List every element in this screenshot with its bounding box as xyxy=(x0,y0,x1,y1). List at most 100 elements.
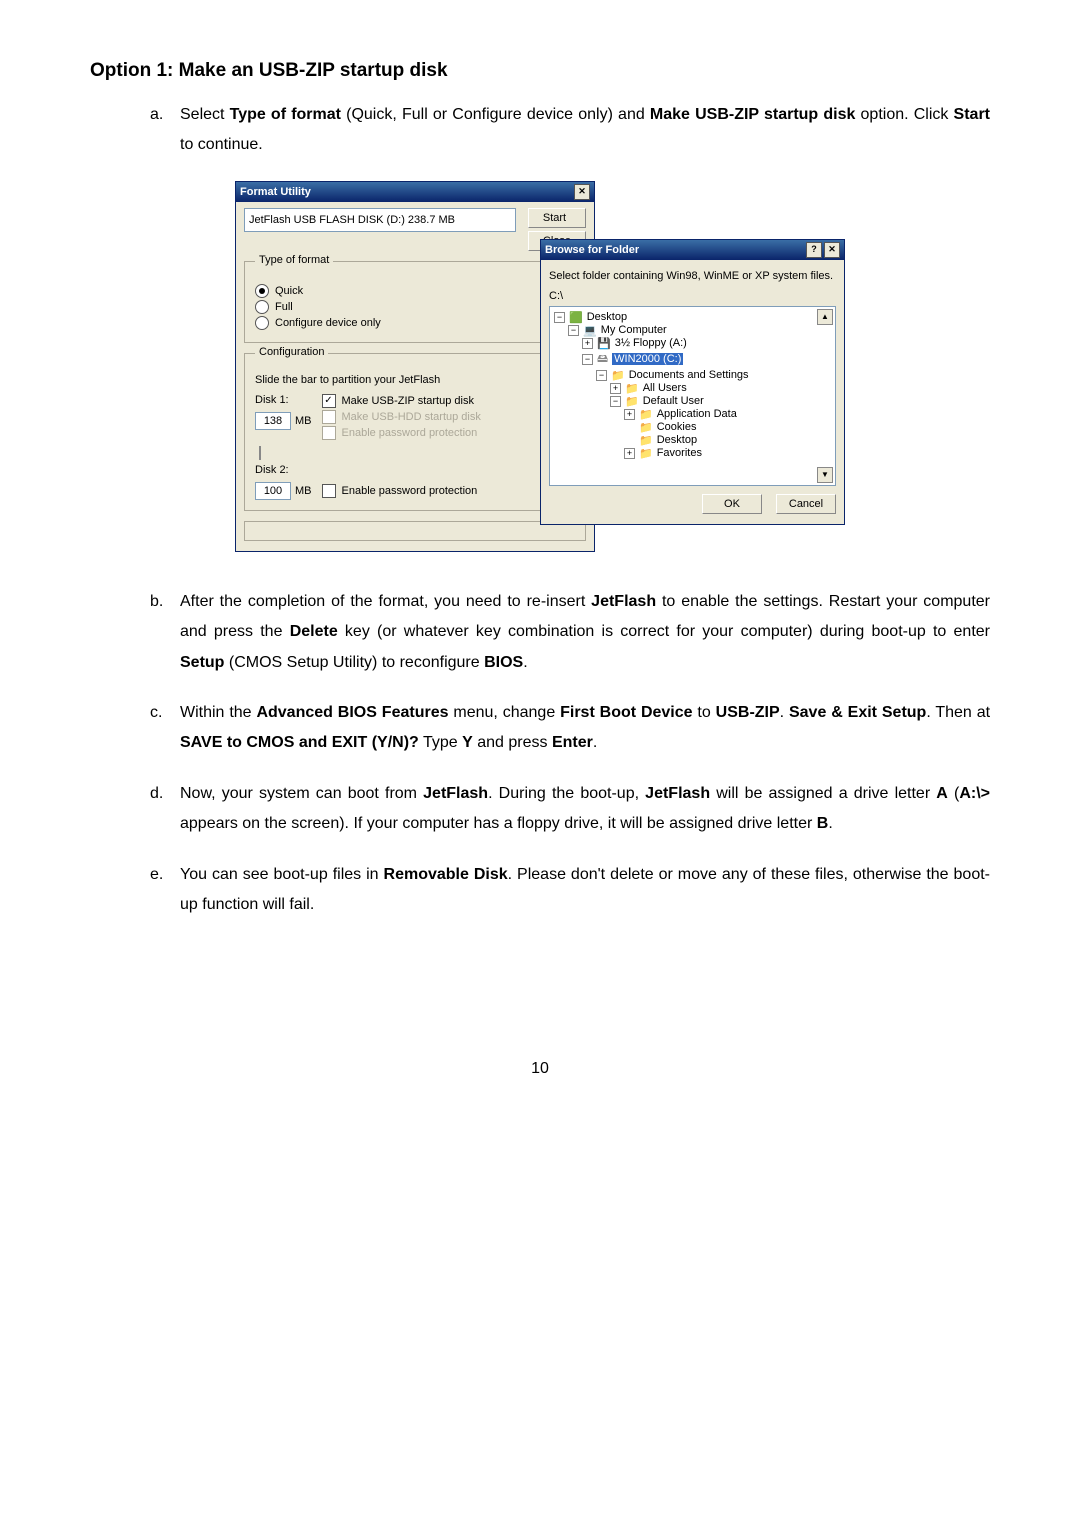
expand-icon[interactable]: + xyxy=(624,448,635,459)
slide-label: Slide the bar to partition your JetFlash xyxy=(255,374,575,386)
tree-item[interactable]: Application Data xyxy=(657,408,737,420)
close-icon[interactable]: ✕ xyxy=(824,242,840,258)
radio-quick[interactable] xyxy=(255,284,269,298)
chk-usb-zip[interactable] xyxy=(322,394,336,408)
step-d-letter: d. xyxy=(150,779,180,840)
tree-item[interactable]: Desktop xyxy=(587,311,627,323)
text: JetFlash xyxy=(423,785,488,802)
folder-tree[interactable]: ▲ ▼ −🟩Desktop −💻My Computer +💾3½ Floppy … xyxy=(549,306,836,486)
chk-pw2[interactable] xyxy=(322,484,336,498)
disk2-size[interactable]: 100 xyxy=(255,482,291,500)
mycomputer-icon: 💻 xyxy=(583,324,597,337)
text: Now, your system can boot from xyxy=(180,785,423,802)
help-icon[interactable]: ? xyxy=(806,242,822,258)
folder-icon: 📁 xyxy=(639,421,653,434)
text: . xyxy=(523,654,527,671)
text: will be assigned a drive letter xyxy=(710,785,936,802)
tree-item[interactable]: All Users xyxy=(643,382,687,394)
desktop-icon: 🟩 xyxy=(569,311,583,324)
tree-item-selected[interactable]: WIN2000 (C:) xyxy=(612,353,683,365)
expand-icon[interactable]: − xyxy=(610,396,621,407)
tree-item[interactable]: Documents and Settings xyxy=(629,369,749,381)
chk-usb-hdd xyxy=(322,410,336,424)
text: SAVE to CMOS and EXIT (Y/N)? xyxy=(180,734,419,751)
scroll-down-icon[interactable]: ▼ xyxy=(817,467,833,483)
text: menu, change xyxy=(449,704,561,721)
text: Advanced BIOS Features xyxy=(256,704,448,721)
radio-full[interactable] xyxy=(255,300,269,314)
chk-pw2-label: Enable password protection xyxy=(342,485,478,497)
page-number: 10 xyxy=(90,1060,990,1078)
step-e-body: You can see boot-up files in Removable D… xyxy=(180,860,990,921)
tree-item[interactable]: My Computer xyxy=(601,324,667,336)
disk2-label: Disk 2: xyxy=(255,464,312,476)
text: Type of format xyxy=(230,106,341,123)
folder-icon: 📁 xyxy=(611,369,625,382)
text: . Then at xyxy=(926,704,990,721)
step-b-letter: b. xyxy=(150,587,180,678)
expand-icon[interactable]: + xyxy=(582,338,593,349)
step-c-body: Within the Advanced BIOS Features menu, … xyxy=(180,698,990,759)
expand-icon[interactable]: − xyxy=(596,370,607,381)
disk1-size[interactable]: 138 xyxy=(255,412,291,430)
text: USB-ZIP xyxy=(716,704,780,721)
tree-item[interactable]: Default User xyxy=(643,395,704,407)
text: Removable Disk xyxy=(384,866,508,883)
status-bar xyxy=(244,521,586,541)
tree-item[interactable]: Desktop xyxy=(657,434,697,446)
chk-usb-zip-label: Make USB-ZIP startup disk xyxy=(342,395,474,407)
expand-icon[interactable]: + xyxy=(624,409,635,420)
text: (Quick, Full or Configure device only) a… xyxy=(341,106,650,123)
text: You can see boot-up files in xyxy=(180,866,384,883)
page-heading: Option 1: Make an USB-ZIP startup disk xyxy=(90,60,990,82)
text: A xyxy=(936,785,948,802)
text: appears on the screen). If your computer… xyxy=(180,815,817,832)
text: to xyxy=(693,704,716,721)
radio-configure-label: Configure device only xyxy=(275,317,381,329)
configuration-group: Configuration xyxy=(255,346,328,358)
text: . xyxy=(593,734,597,751)
cancel-button[interactable]: Cancel xyxy=(776,494,836,514)
radio-quick-label: Quick xyxy=(275,285,303,297)
floppy-icon: 💾 xyxy=(597,337,611,350)
step-e-letter: e. xyxy=(150,860,180,921)
expand-icon[interactable]: − xyxy=(582,354,593,365)
ok-button[interactable]: OK xyxy=(702,494,762,514)
text: (CMOS Setup Utility) to reconfigure xyxy=(224,654,484,671)
text: . xyxy=(780,704,789,721)
folder-icon: 📁 xyxy=(625,395,639,408)
text: B xyxy=(817,815,829,832)
close-icon[interactable]: ✕ xyxy=(574,184,590,200)
device-field[interactable]: JetFlash USB FLASH DISK (D:) 238.7 MB xyxy=(244,208,516,232)
text: JetFlash xyxy=(591,593,656,610)
path-label: C:\ xyxy=(549,290,836,302)
text: Setup xyxy=(180,654,224,671)
tree-item[interactable]: Favorites xyxy=(657,447,702,459)
text: First Boot Device xyxy=(560,704,692,721)
chk-pw1-label: Enable password protection xyxy=(342,427,478,439)
text: Type xyxy=(419,734,462,751)
scroll-up-icon[interactable]: ▲ xyxy=(817,309,833,325)
tree-item[interactable]: 3½ Floppy (A:) xyxy=(615,337,687,349)
expand-icon[interactable]: − xyxy=(554,312,565,323)
folder-icon: 📁 xyxy=(639,408,653,421)
text: to continue. xyxy=(180,136,263,153)
text: JetFlash xyxy=(645,785,710,802)
text: After the completion of the format, you … xyxy=(180,593,591,610)
text: Start xyxy=(954,106,990,123)
folder-icon: 📁 xyxy=(639,434,653,447)
start-button[interactable]: Start xyxy=(528,208,586,228)
text: BIOS xyxy=(484,654,523,671)
text: ( xyxy=(948,785,959,802)
text: Select xyxy=(180,106,230,123)
text: A:\> xyxy=(959,785,990,802)
expand-icon[interactable]: − xyxy=(568,325,579,336)
expand-icon[interactable]: + xyxy=(610,383,621,394)
text: . xyxy=(828,815,832,832)
radio-configure[interactable] xyxy=(255,316,269,330)
tree-item[interactable]: Cookies xyxy=(657,421,697,433)
text: and press xyxy=(473,734,552,751)
text: Enter xyxy=(552,734,593,751)
text: Within the xyxy=(180,704,256,721)
folder-icon: 📁 xyxy=(639,447,653,460)
